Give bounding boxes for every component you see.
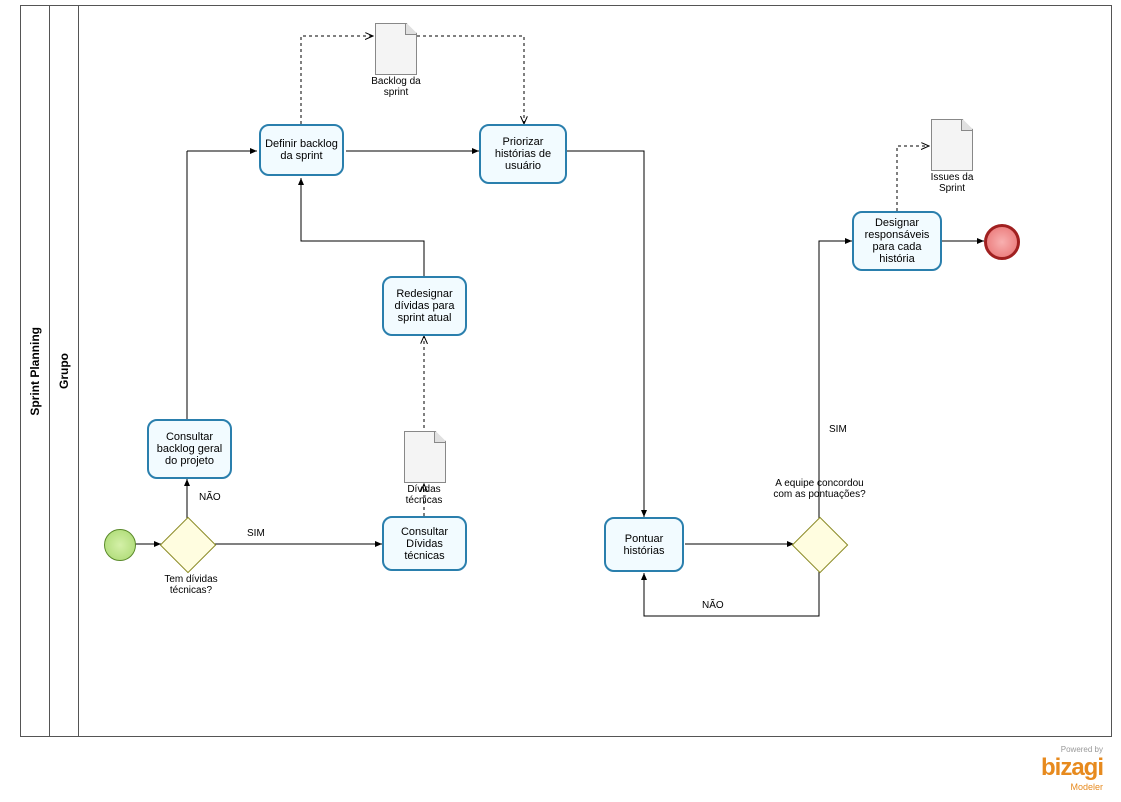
doc-issues-sprint-label: Issues da Sprint — [917, 172, 987, 194]
label: Consultar Dívidas técnicas — [388, 526, 461, 562]
label: Pontuar histórias — [610, 533, 678, 557]
pool: Sprint Planning Grupo — [20, 5, 1112, 737]
task-consultar-dividas: Consultar Dívidas técnicas — [382, 516, 467, 571]
flow-arrows — [79, 6, 1111, 736]
gateway-tem-dividas-label: Tem dívidas técnicas? — [151, 574, 231, 596]
label: Consultar backlog geral do projeto — [153, 431, 226, 467]
start-event — [104, 529, 136, 561]
gateway-equipe-concordou — [792, 517, 849, 574]
modeler-text: Modeler — [1041, 782, 1103, 792]
label: Designar responsáveis para cada história — [858, 217, 936, 265]
label-sim-1: SIM — [247, 528, 265, 539]
task-redesignar: Redesignar dívidas para sprint atual — [382, 276, 467, 336]
label-nao-2: NÃO — [702, 600, 724, 611]
task-definir-backlog: Definir backlog da sprint — [259, 124, 344, 176]
powered-by: Powered by — [1041, 745, 1103, 754]
doc-dividas-tecnicas-label: Dívidas técnicas — [389, 484, 459, 506]
label: Redesignar dívidas para sprint atual — [388, 288, 461, 324]
pool-title-bar: Sprint Planning — [21, 6, 50, 736]
bizagi-logo: Powered by bizagi Modeler — [1041, 745, 1103, 792]
lane-header: Grupo — [50, 6, 79, 736]
label-nao-1: NÃO — [199, 492, 221, 503]
doc-issues-sprint — [931, 119, 973, 171]
label: Priorizar histórias de usuário — [485, 136, 561, 172]
brand-name: bizagi — [1041, 754, 1103, 782]
pool-title: Sprint Planning — [28, 327, 42, 416]
gateway-equipe-label: A equipe concordou com as pontuações? — [767, 478, 872, 500]
task-designar: Designar responsáveis para cada história — [852, 211, 942, 271]
lane-title: Grupo — [57, 353, 71, 389]
task-priorizar: Priorizar histórias de usuário — [479, 124, 567, 184]
label: Definir backlog da sprint — [265, 138, 338, 162]
label-sim-2: SIM — [829, 424, 847, 435]
lane-body: Tem dívidas técnicas? A equipe concordou… — [79, 6, 1111, 736]
doc-backlog-sprint — [375, 23, 417, 75]
doc-backlog-sprint-label: Backlog da sprint — [361, 76, 431, 98]
doc-dividas-tecnicas — [404, 431, 446, 483]
end-event — [984, 224, 1020, 260]
gateway-tem-dividas — [160, 517, 217, 574]
task-pontuar: Pontuar histórias — [604, 517, 684, 572]
task-consultar-backlog: Consultar backlog geral do projeto — [147, 419, 232, 479]
